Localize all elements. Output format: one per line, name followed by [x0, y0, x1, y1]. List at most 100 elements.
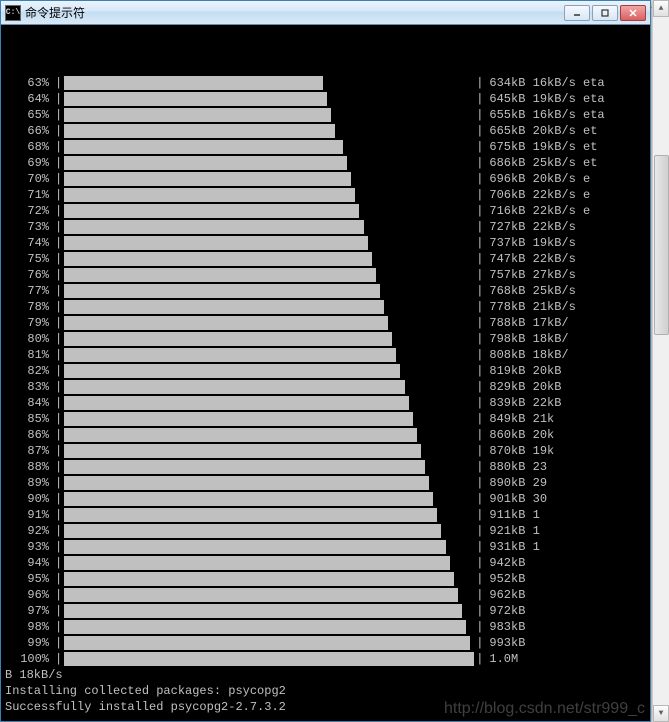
pipe-icon: |	[474, 443, 485, 459]
progress-stats: 911kB 1	[485, 507, 539, 523]
progress-stats: 634kB 16kB/s eta	[485, 75, 604, 91]
progress-bar-fill	[64, 396, 408, 410]
progress-bar-fill	[64, 220, 363, 234]
minimize-button[interactable]	[564, 5, 590, 21]
pipe-icon: |	[474, 379, 485, 395]
progress-bar-track	[64, 316, 474, 330]
progress-bar-fill	[64, 332, 392, 346]
progress-bar-fill	[64, 236, 367, 250]
progress-bar-fill	[64, 508, 437, 522]
progress-percent: 71%	[5, 187, 53, 203]
progress-bar-fill	[64, 572, 454, 586]
progress-stats: 962kB	[485, 587, 525, 603]
progress-stats: 942kB	[485, 555, 525, 571]
pipe-icon: |	[474, 219, 485, 235]
progress-stats: 757kB 27kB/s	[485, 267, 575, 283]
progress-percent: 96%	[5, 587, 53, 603]
pipe-icon: |	[474, 459, 485, 475]
cmd-icon: C:\	[5, 5, 21, 21]
progress-percent: 89%	[5, 475, 53, 491]
pipe-icon: |	[53, 107, 64, 123]
pipe-icon: |	[474, 91, 485, 107]
page-scrollbar[interactable]: ▲ ▼	[652, 0, 669, 722]
close-button[interactable]	[620, 5, 646, 21]
pipe-icon: |	[53, 75, 64, 91]
pipe-icon: |	[474, 267, 485, 283]
progress-line: 99%|| 993kB	[5, 635, 646, 651]
progress-stats: 972kB	[485, 603, 525, 619]
scroll-up-button[interactable]: ▲	[653, 0, 669, 17]
progress-bar-track	[64, 332, 474, 346]
progress-bar-track	[64, 252, 474, 266]
progress-bar-fill	[64, 92, 326, 106]
progress-percent: 94%	[5, 555, 53, 571]
progress-line: 93%|| 931kB 1	[5, 539, 646, 555]
progress-stats: 839kB 22kB	[485, 395, 561, 411]
pipe-icon: |	[474, 555, 485, 571]
titlebar[interactable]: C:\ 命令提示符	[1, 1, 650, 25]
pipe-icon: |	[53, 91, 64, 107]
progress-line: 80%|| 798kB 18kB/	[5, 331, 646, 347]
progress-bar-track	[64, 172, 474, 186]
progress-stats: 645kB 19kB/s eta	[485, 91, 604, 107]
window-title: 命令提示符	[25, 4, 564, 21]
pipe-icon: |	[474, 395, 485, 411]
progress-stats: 880kB 23	[485, 459, 547, 475]
pipe-icon: |	[474, 171, 485, 187]
progress-stats: 675kB 19kB/s et	[485, 139, 597, 155]
progress-line: 64%|| 645kB 19kB/s eta	[5, 91, 646, 107]
progress-bar-fill	[64, 412, 413, 426]
progress-bar-fill	[64, 492, 433, 506]
progress-bar-track	[64, 540, 474, 554]
pipe-icon: |	[53, 347, 64, 363]
progress-bar-track	[64, 588, 474, 602]
pipe-icon: |	[53, 299, 64, 315]
pipe-icon: |	[474, 251, 485, 267]
maximize-button[interactable]	[592, 5, 618, 21]
pipe-icon: |	[53, 603, 64, 619]
progress-line: 90%|| 901kB 30	[5, 491, 646, 507]
pipe-icon: |	[53, 523, 64, 539]
progress-bar-track	[64, 508, 474, 522]
progress-stats: 1.0M	[485, 651, 518, 667]
pipe-icon: |	[474, 539, 485, 555]
progress-percent: 77%	[5, 283, 53, 299]
progress-line: 95%|| 952kB	[5, 571, 646, 587]
progress-bar-fill	[64, 76, 322, 90]
progress-stats: 747kB 22kB/s	[485, 251, 575, 267]
progress-percent: 93%	[5, 539, 53, 555]
pipe-icon: |	[53, 139, 64, 155]
progress-stats: 665kB 20kB/s et	[485, 123, 597, 139]
pipe-icon: |	[53, 651, 64, 667]
pipe-icon: |	[53, 571, 64, 587]
scroll-track[interactable]	[653, 17, 669, 705]
pipe-icon: |	[474, 283, 485, 299]
progress-bar-fill	[64, 124, 335, 138]
progress-percent: 81%	[5, 347, 53, 363]
progress-percent: 72%	[5, 203, 53, 219]
progress-stats: 655kB 16kB/s eta	[485, 107, 604, 123]
progress-bar-fill	[64, 604, 462, 618]
progress-bar-track	[64, 284, 474, 298]
progress-line: 77%|| 768kB 25kB/s	[5, 283, 646, 299]
progress-bar-fill	[64, 252, 372, 266]
pipe-icon: |	[53, 507, 64, 523]
progress-bar-track	[64, 396, 474, 410]
progress-bar-fill	[64, 156, 347, 170]
pipe-icon: |	[53, 427, 64, 443]
scroll-down-button[interactable]: ▼	[653, 705, 669, 722]
progress-percent: 69%	[5, 155, 53, 171]
pipe-icon: |	[474, 427, 485, 443]
pipe-icon: |	[474, 635, 485, 651]
progress-line: 82%|| 819kB 20kB	[5, 363, 646, 379]
progress-line: 85%|| 849kB 21k	[5, 411, 646, 427]
progress-stats: 829kB 20kB	[485, 379, 561, 395]
progress-bar-fill	[64, 540, 445, 554]
terminal-output[interactable]: 63%|| 634kB 16kB/s eta64%|| 645kB 19kB/s…	[1, 25, 650, 721]
progress-line: 70%|| 696kB 20kB/s e	[5, 171, 646, 187]
progress-line: 96%|| 962kB	[5, 587, 646, 603]
scroll-thumb[interactable]	[654, 155, 669, 335]
pipe-icon: |	[53, 251, 64, 267]
progress-percent: 64%	[5, 91, 53, 107]
pipe-icon: |	[53, 491, 64, 507]
